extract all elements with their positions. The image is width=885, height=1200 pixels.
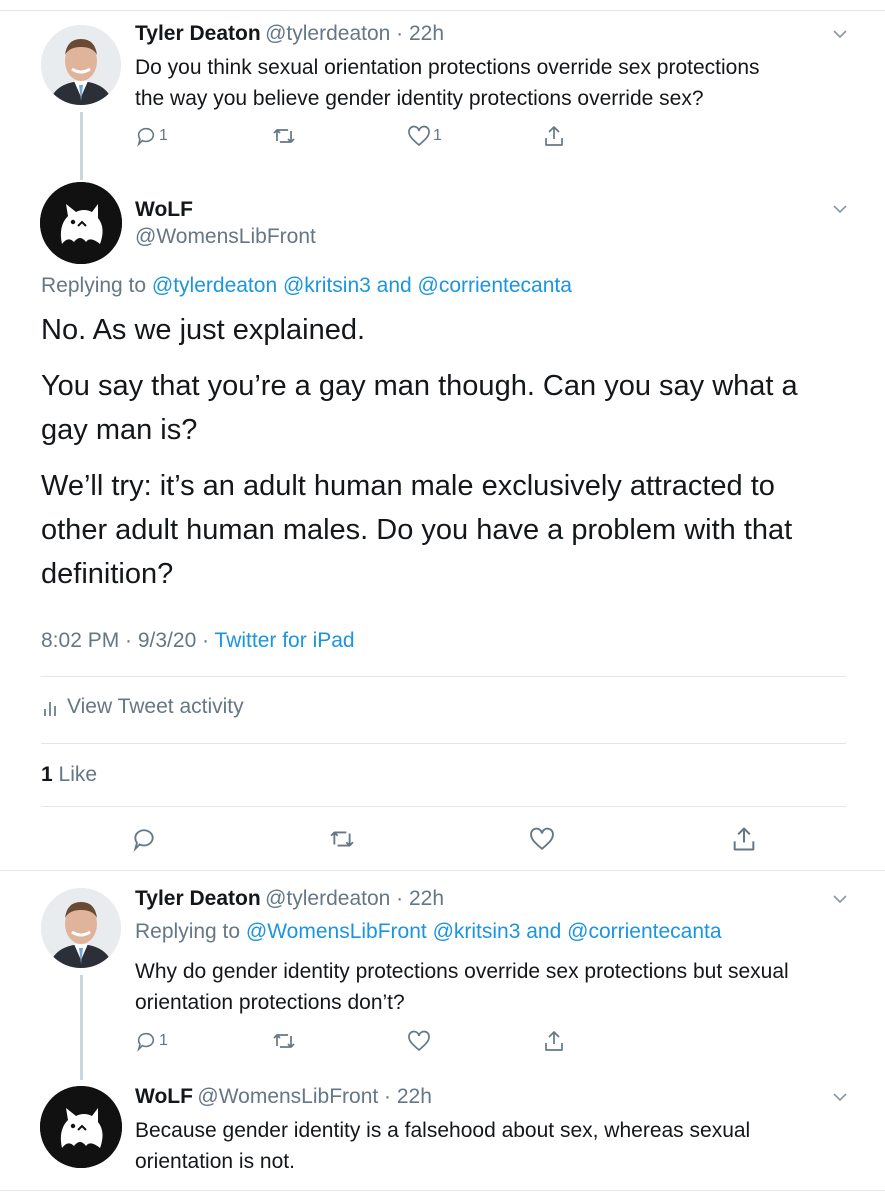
reply-icon: [137, 1032, 155, 1052]
retweet-icon: [330, 831, 354, 847]
chevron-down-icon[interactable]: [832, 1091, 848, 1103]
replying-to: Replying to @tylerdeaton @kritsin3 and @…: [41, 274, 572, 297]
wolf-logo-icon: [40, 1086, 122, 1168]
likes-summary[interactable]: 1 Like: [41, 763, 97, 787]
author-name[interactable]: WoLF: [135, 198, 193, 222]
like-icon: [408, 1030, 430, 1052]
mention-link[interactable]: @corrientecanta: [567, 920, 721, 943]
avatar[interactable]: [41, 888, 121, 968]
thread-line: [80, 112, 83, 180]
top-divider: [0, 10, 885, 11]
author-handle-time[interactable]: @WomensLibFront · 22h: [197, 1085, 432, 1108]
divider: [41, 676, 846, 677]
wolf-logo-icon: [40, 182, 122, 264]
reply-button[interactable]: 1: [135, 1030, 168, 1052]
like-button[interactable]: 1: [407, 125, 442, 147]
chevron-down-icon[interactable]: [832, 203, 848, 215]
author-handle-time[interactable]: @tylerdeaton · 22h: [265, 887, 444, 910]
divider: [41, 743, 846, 744]
divider: [0, 870, 885, 871]
chevron-down-icon[interactable]: [832, 28, 848, 40]
author-name[interactable]: Tyler Deaton: [135, 887, 261, 910]
reply-icon: [137, 127, 155, 147]
reply-icon: [133, 829, 154, 852]
view-tweet-activity-button[interactable]: View Tweet activity: [41, 695, 244, 719]
reply-button[interactable]: 1: [135, 125, 168, 147]
tweet-timestamp: 8:02 PM · 9/3/20 · Twitter for iPad: [41, 629, 355, 652]
share-button[interactable]: [543, 124, 565, 148]
avatar[interactable]: [40, 182, 122, 264]
share-icon: [545, 126, 563, 146]
share-button[interactable]: [731, 825, 757, 853]
retweet-icon: [273, 1034, 295, 1048]
author-name[interactable]: WoLF: [135, 1085, 193, 1108]
retweet-button[interactable]: [272, 1030, 296, 1052]
author-name[interactable]: Tyler Deaton: [135, 22, 261, 45]
tweet-paragraph-2: You say that you’re a gay man though. Ca…: [41, 370, 798, 446]
reply-count: 1: [159, 1032, 168, 1049]
retweet-button[interactable]: [272, 125, 296, 147]
tweet-text: Do you think sexual orientation protecti…: [135, 56, 760, 110]
share-icon: [733, 827, 755, 851]
retweet-icon: [273, 129, 295, 143]
like-button[interactable]: [407, 1030, 431, 1052]
chevron-down-icon[interactable]: [832, 893, 848, 905]
mention-link[interactable]: @tylerdeaton @kritsin3: [152, 274, 371, 297]
avatar[interactable]: [40, 1086, 122, 1168]
source-link[interactable]: Twitter for iPad: [215, 629, 355, 652]
replying-to: Replying to @WomensLibFront @kritsin3 an…: [135, 920, 722, 943]
divider: [41, 806, 846, 807]
mention-link[interactable]: @corrientecanta: [418, 274, 572, 297]
reply-button[interactable]: [131, 826, 157, 852]
tweet-text: Why do gender identity protections overr…: [135, 960, 789, 1014]
like-button[interactable]: [528, 827, 556, 851]
bar-chart-icon: [44, 702, 56, 716]
mention-link[interactable]: @WomensLibFront @kritsin3: [246, 920, 521, 943]
share-button[interactable]: [543, 1029, 565, 1053]
avatar[interactable]: [41, 25, 121, 105]
tweet-paragraph-3: We’ll try: it’s an adult human male excl…: [41, 470, 793, 590]
author-handle[interactable]: @WomensLibFront: [135, 225, 316, 249]
share-icon: [545, 1031, 563, 1051]
tweet-text: Because gender identity is a falsehood a…: [135, 1119, 751, 1173]
bottom-divider: [0, 1190, 885, 1191]
author-handle-time[interactable]: @tylerdeaton · 22h: [265, 22, 444, 45]
like-icon: [408, 125, 430, 147]
reply-count: 1: [159, 127, 168, 144]
tweet-paragraph-1: No. As we just explained.: [41, 314, 366, 346]
like-icon: [530, 827, 554, 851]
like-count: 1: [433, 127, 442, 144]
retweet-button[interactable]: [328, 827, 356, 851]
thread-line: [80, 975, 83, 1080]
